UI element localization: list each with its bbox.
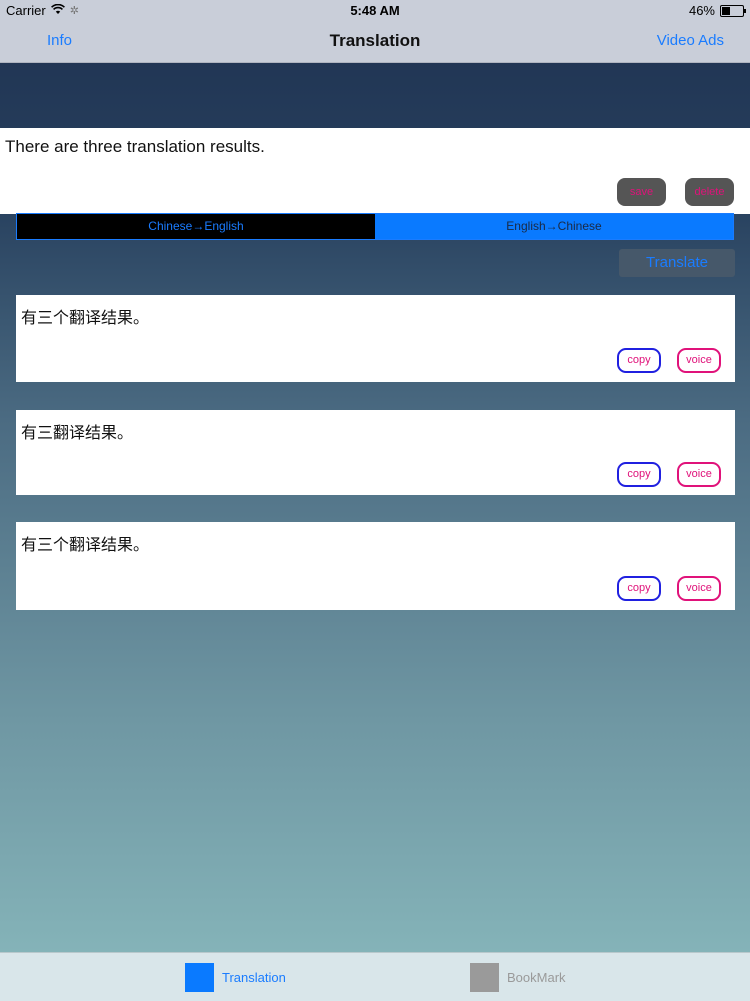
result-card: 有三个翻译结果。 copy voice (16, 295, 735, 382)
segment-chinese-to-english[interactable]: Chinese→English (17, 214, 375, 239)
video-ads-button[interactable]: Video Ads (657, 32, 724, 49)
voice-button[interactable]: voice (677, 576, 721, 601)
battery-icon (720, 4, 746, 17)
voice-button[interactable]: voice (677, 348, 721, 373)
result-text: 有三个翻译结果。 (21, 310, 150, 327)
navigation-bar: Info Translation Video Ads (0, 20, 750, 63)
battery-percent: 46% (688, 3, 715, 18)
translate-button[interactable]: Translate (619, 249, 735, 277)
status-time: 5:48 AM (350, 3, 400, 18)
delete-button[interactable]: delete (685, 178, 734, 206)
copy-button[interactable]: copy (617, 462, 661, 487)
copy-button[interactable]: copy (617, 576, 661, 601)
translation-tab-icon (185, 963, 214, 992)
info-button[interactable]: Info (47, 32, 72, 49)
segment-english-to-chinese[interactable]: English→Chinese (375, 214, 733, 239)
tab-translation[interactable]: Translation (185, 963, 286, 992)
copy-button[interactable]: copy (617, 348, 661, 373)
result-card: 有三个翻译结果。 copy voice (16, 522, 735, 610)
translation-direction-control: Chinese→English English→Chinese (16, 213, 734, 240)
voice-button[interactable]: voice (677, 462, 721, 487)
source-text-input[interactable]: There are three translation results. sav… (0, 128, 750, 214)
tab-label: BookMark (507, 970, 566, 985)
page-title: Translation (329, 31, 421, 50)
source-text[interactable]: There are three translation results. (5, 137, 265, 157)
result-card: 有三翻译结果。 copy voice (16, 410, 735, 495)
status-bar: Carrier ✲ 5:48 AM 46% (0, 0, 750, 20)
result-text: 有三个翻译结果。 (21, 537, 150, 554)
tab-bookmark[interactable]: BookMark (470, 963, 566, 992)
tab-label: Translation (222, 970, 286, 985)
save-button[interactable]: save (617, 178, 666, 206)
result-text: 有三翻译结果。 (21, 425, 134, 442)
tab-bar: Translation BookMark (0, 952, 750, 1001)
battery-level (722, 6, 731, 15)
bookmark-tab-icon (470, 963, 499, 992)
